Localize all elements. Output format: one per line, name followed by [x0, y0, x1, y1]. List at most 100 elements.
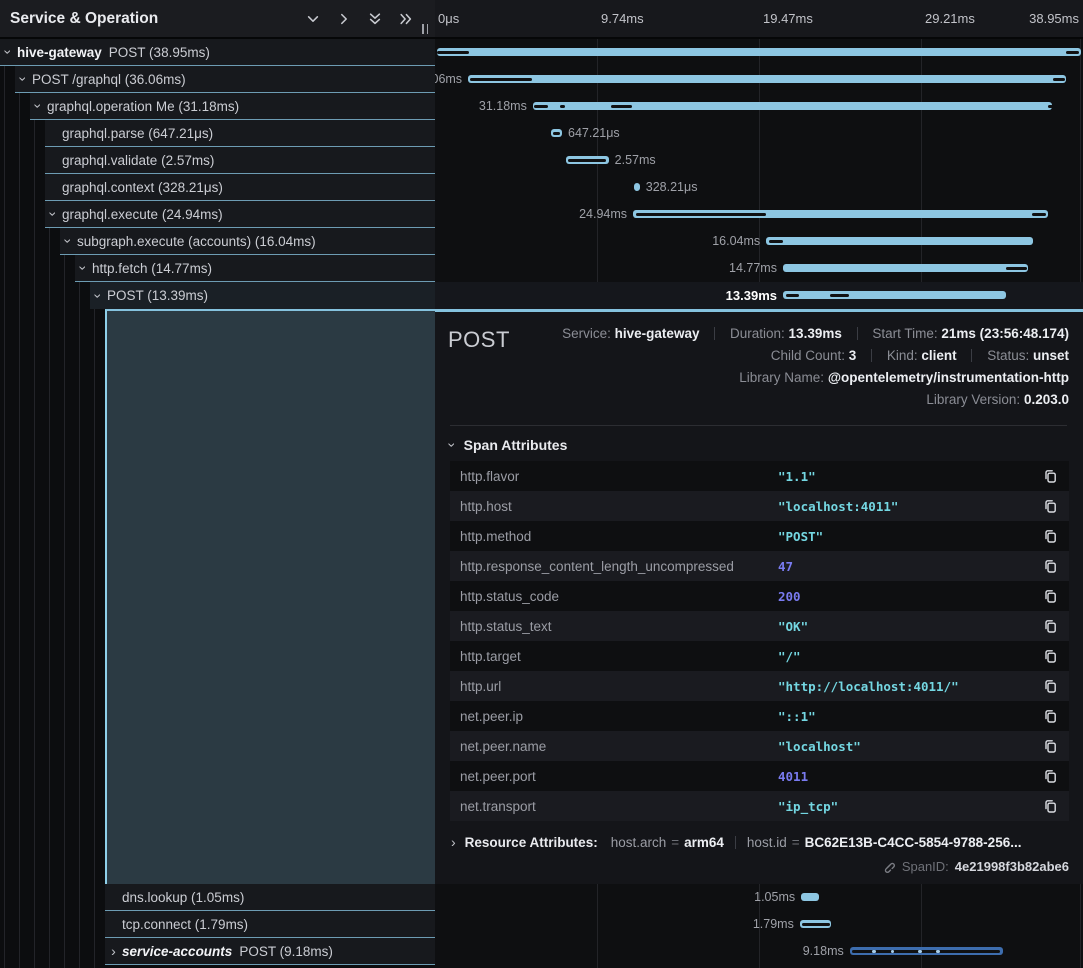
span-row-dns-lookup[interactable]: dns.lookup (1.05ms) — [105, 884, 435, 911]
timeline-span-row[interactable]: 24.94ms — [435, 201, 1083, 228]
attribute-row: http.target"/" — [450, 641, 1069, 671]
span-duration-label: 1.79ms — [753, 911, 800, 938]
selected-span-highlight — [105, 309, 435, 884]
span-duration-label: 1.05ms — [754, 884, 801, 911]
chevron-down-icon[interactable] — [47, 206, 61, 223]
copy-icon[interactable] — [1042, 528, 1059, 545]
timeline-span-row[interactable]: 31.18ms — [435, 93, 1083, 120]
span-id-label: SpanID: — [902, 859, 949, 874]
timeline-header: 0μs 9.74ms 19.47ms 29.21ms 38.95ms — [435, 0, 1083, 39]
chevron-down-icon[interactable] — [17, 71, 31, 88]
copy-icon[interactable] — [1042, 558, 1059, 575]
span-attributes-toggle[interactable]: Span Attributes — [450, 437, 1069, 453]
attribute-value: 4011 — [778, 769, 1042, 784]
chevron-right-icon — [451, 834, 456, 850]
copy-icon[interactable] — [1042, 798, 1059, 815]
span-bar-child-marker — [553, 132, 561, 135]
span-bar[interactable] — [437, 48, 1081, 56]
timeline-span-row[interactable]: 328.21μs — [435, 174, 1083, 201]
span-bar[interactable] — [783, 264, 1028, 272]
copy-icon[interactable] — [1042, 588, 1059, 605]
library-version-value: 0.203.0 — [1024, 392, 1069, 407]
timeline-span-row[interactable]: 1.05ms — [435, 884, 1083, 911]
span-bar[interactable] — [766, 237, 1033, 245]
timeline-tick: 19.47ms — [763, 0, 813, 37]
span-bar-child-marker — [1053, 78, 1065, 81]
span-bar[interactable] — [801, 893, 818, 901]
span-bar[interactable] — [468, 75, 1066, 83]
timeline-span-row[interactable]: 1.79ms — [435, 911, 1083, 938]
span-row-graphql-operation[interactable]: graphql.operation Me (31.18ms) — [30, 93, 435, 120]
span-bar-child-marker — [437, 51, 469, 54]
attribute-value: 200 — [778, 589, 1042, 604]
span-row-graphql-execute[interactable]: graphql.execute (24.94ms) — [45, 201, 435, 228]
span-row-tcp-connect[interactable]: tcp.connect (1.79ms) — [105, 911, 435, 938]
span-row-http-fetch[interactable]: http.fetch (14.77ms) — [75, 255, 435, 282]
span-label: graphql.context (328.21μs) — [62, 180, 223, 195]
attribute-key: net.peer.name — [460, 739, 778, 754]
indent-guide — [34, 39, 35, 968]
collapse-all-icon[interactable] — [368, 12, 382, 26]
child-count-value: 3 — [849, 348, 857, 363]
timeline-span-row[interactable]: 16.04ms — [435, 228, 1083, 255]
span-id-row: SpanID: 4e21998f3b82abe6 — [448, 859, 1069, 874]
span-label: graphql.execute (24.94ms) — [62, 207, 223, 222]
attribute-key: http.status_code — [460, 589, 778, 604]
timeline-span-row[interactable]: 9.18ms — [435, 938, 1083, 965]
timeline-span-row[interactable]: 14.77ms — [435, 255, 1083, 282]
timeline-span-row-selected[interactable]: 13.39ms — [435, 282, 1083, 309]
panel-resize-handle[interactable] — [422, 24, 428, 34]
attribute-value: "ip_tcp" — [778, 799, 1042, 814]
chevron-down-icon[interactable] — [2, 44, 16, 61]
span-label: POST /graphql (36.06ms) — [32, 72, 186, 87]
span-row-subgraph-execute[interactable]: subgraph.execute (accounts) (16.04ms) — [60, 228, 435, 255]
library-name-label: Library Name: — [739, 370, 824, 385]
copy-icon[interactable] — [1042, 648, 1059, 665]
copy-icon[interactable] — [1042, 678, 1059, 695]
child-count-label: Child Count: — [771, 348, 845, 363]
span-detail-meta: Service: hive-gateway Duration: 13.39ms … — [510, 322, 1069, 412]
meta-divider — [971, 349, 972, 362]
chevron-down-icon[interactable] — [92, 287, 106, 304]
chevron-down-icon[interactable] — [77, 260, 91, 277]
chevron-down-icon[interactable] — [32, 98, 46, 115]
duration-value: 13.39ms — [789, 326, 842, 341]
meta-divider — [857, 327, 858, 340]
service-name: service-accounts — [122, 944, 232, 959]
attribute-row: http.flavor"1.1" — [450, 461, 1069, 491]
chevron-down-icon[interactable] — [62, 233, 76, 250]
span-row-service-accounts-post[interactable]: service-accounts POST (9.18ms) — [105, 938, 435, 965]
copy-icon[interactable] — [1042, 468, 1059, 485]
timeline-span-row[interactable]: 2.57ms — [435, 147, 1083, 174]
timeline-span-row[interactable]: 36.06ms — [435, 66, 1083, 93]
attribute-key: http.target — [460, 649, 778, 664]
span-row-post-selected[interactable]: POST (13.39ms) — [90, 282, 435, 309]
link-icon[interactable] — [881, 859, 896, 874]
timeline-span-row[interactable] — [435, 39, 1083, 66]
resource-key: host.id — [747, 835, 787, 850]
collapse-one-icon[interactable] — [306, 12, 320, 26]
expand-all-icon[interactable] — [399, 12, 413, 26]
span-bar-child-marker — [611, 105, 632, 108]
span-row-hive-gateway-post[interactable]: hive-gateway POST (38.95ms) — [0, 39, 435, 66]
copy-icon[interactable] — [1042, 618, 1059, 635]
span-label: dns.lookup (1.05ms) — [122, 890, 244, 905]
span-label: tcp.connect (1.79ms) — [122, 917, 248, 932]
span-bar-child-marker — [786, 294, 799, 297]
trace-viewer: Service & Operation — [0, 0, 1083, 968]
span-row-graphql-context[interactable]: graphql.context (328.21μs) — [45, 174, 435, 201]
resource-attributes-row[interactable]: Resource Attributes: host.arch = arm64 h… — [448, 834, 1069, 850]
attribute-value: "1.1" — [778, 469, 1042, 484]
copy-icon[interactable] — [1042, 498, 1059, 515]
chevron-right-icon[interactable] — [105, 944, 122, 958]
span-bar-child-marker — [802, 923, 830, 926]
timeline-span-row[interactable]: 647.21μs — [435, 120, 1083, 147]
span-row-graphql-parse[interactable]: graphql.parse (647.21μs) — [45, 120, 435, 147]
copy-icon[interactable] — [1042, 768, 1059, 785]
expand-one-icon[interactable] — [337, 12, 351, 26]
copy-icon[interactable] — [1042, 708, 1059, 725]
span-row-graphql-validate[interactable]: graphql.validate (2.57ms) — [45, 147, 435, 174]
copy-icon[interactable] — [1042, 738, 1059, 755]
span-bar[interactable] — [783, 291, 1006, 299]
span-row-post-graphql[interactable]: POST /graphql (36.06ms) — [15, 66, 435, 93]
